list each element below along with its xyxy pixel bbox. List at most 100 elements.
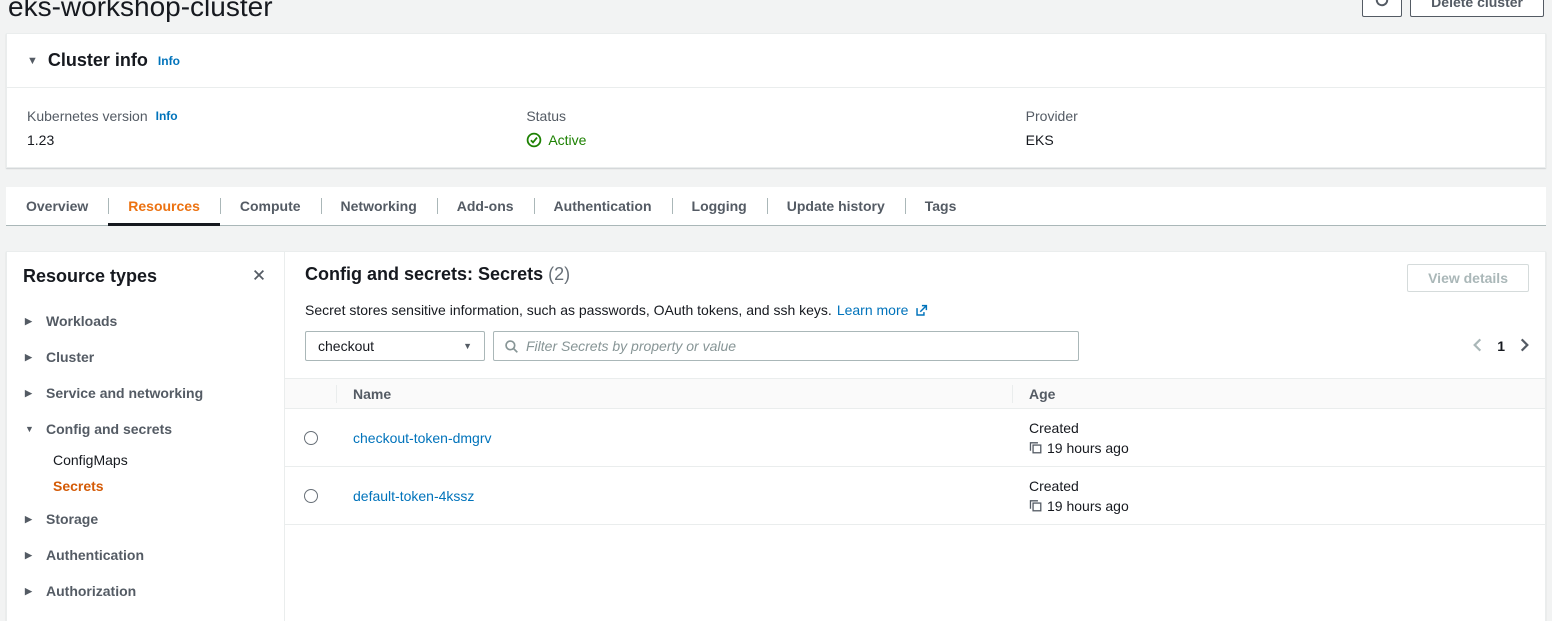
expand-caret-icon: ▶ [25, 586, 35, 597]
secrets-panel: Config and secrets: Secrets (2) View det… [285, 252, 1545, 621]
cluster-info-card: ▼ Cluster info Info Kubernetes version I… [6, 33, 1546, 168]
resource-group-cluster[interactable]: ▶ Cluster [23, 339, 268, 375]
cluster-info-header[interactable]: ▼ Cluster info Info [7, 34, 1545, 88]
collapse-caret-icon: ▼ [25, 424, 35, 434]
resource-group-label: Cluster [46, 349, 94, 365]
tab-resources[interactable]: Resources [108, 187, 220, 225]
cluster-info-body: Kubernetes version Info 1.23 Status Acti… [7, 88, 1545, 167]
status-field: Status Active [526, 108, 1025, 148]
page-header: eks-workshop-cluster Delete cluster [6, 0, 1546, 26]
close-icon [252, 268, 266, 285]
view-details-button[interactable]: View details [1407, 264, 1529, 292]
status-value: Active [548, 132, 586, 148]
pagination: 1 [1473, 338, 1529, 355]
table-row: default-token-4kssz Created 19 hours ago [285, 467, 1545, 525]
tab-compute[interactable]: Compute [220, 187, 321, 225]
expand-caret-icon: ▶ [25, 550, 35, 561]
collapse-caret-icon[interactable]: ▼ [27, 55, 38, 67]
secret-name-link[interactable]: checkout-token-dmgrv [353, 430, 492, 446]
filter-row: checkout ▼ 1 [285, 331, 1545, 361]
table-row: checkout-token-dmgrv Created 19 hours ag… [285, 409, 1545, 467]
tab-logging[interactable]: Logging [672, 187, 767, 225]
page-title: eks-workshop-cluster [8, 0, 273, 23]
copy-icon[interactable] [1029, 499, 1042, 512]
age-value: 19 hours ago [1047, 440, 1129, 456]
chevron-left-icon [1473, 338, 1482, 355]
resource-group-label: Storage [46, 511, 98, 527]
dropdown-selected-value: checkout [318, 338, 374, 354]
tab-add-ons[interactable]: Add-ons [437, 187, 534, 225]
tab-tags[interactable]: Tags [905, 187, 977, 225]
expand-caret-icon: ▶ [25, 316, 35, 327]
resource-group-storage[interactable]: ▶ Storage [23, 501, 268, 537]
tab-update-history[interactable]: Update history [767, 187, 905, 225]
resource-group-config-secrets[interactable]: ▼ Config and secrets [23, 411, 268, 447]
secrets-search-box [493, 331, 1079, 361]
page-number[interactable]: 1 [1497, 338, 1505, 354]
resource-group-service-networking[interactable]: ▶ Service and networking [23, 375, 268, 411]
cluster-tabs: Overview Resources Compute Networking Ad… [6, 187, 1546, 226]
status-active-icon [526, 132, 542, 148]
cluster-info-info-link[interactable]: Info [158, 54, 180, 68]
search-icon [504, 339, 519, 354]
next-page-button[interactable] [1520, 338, 1529, 355]
status-label: Status [526, 108, 566, 124]
previous-page-button[interactable] [1473, 338, 1482, 355]
config-secrets-children: ConfigMaps Secrets [23, 447, 268, 501]
resource-item-secrets[interactable]: Secrets [53, 473, 268, 499]
secrets-filter-dropdown[interactable]: checkout ▼ [305, 331, 485, 361]
copy-icon[interactable] [1029, 441, 1042, 454]
resource-types-panel: Resource types ▶ Workloads ▶ Cluster ▶ [7, 252, 285, 621]
kubernetes-version-label: Kubernetes version [27, 108, 148, 124]
resource-group-label: Authorization [46, 583, 136, 599]
created-label: Created [1029, 420, 1529, 436]
external-link-icon [915, 304, 928, 317]
tab-networking[interactable]: Networking [321, 187, 437, 225]
chevron-down-icon: ▼ [463, 341, 472, 351]
resource-types-list: ▶ Workloads ▶ Cluster ▶ Service and netw… [23, 303, 268, 609]
age-column-header: Age [1013, 379, 1545, 409]
resource-group-workloads[interactable]: ▶ Workloads [23, 303, 268, 339]
resource-types-title: Resource types [23, 266, 157, 287]
created-label: Created [1029, 478, 1529, 494]
expand-caret-icon: ▶ [25, 352, 35, 363]
resource-group-label: Workloads [46, 313, 117, 329]
eks-cluster-page: eks-workshop-cluster Delete cluster ▼ Cl… [0, 0, 1552, 621]
learn-more-link[interactable]: Learn more [837, 302, 909, 318]
selection-column-header [285, 379, 337, 409]
provider-label: Provider [1026, 108, 1078, 124]
refresh-icon [1374, 0, 1390, 12]
secrets-search-input[interactable] [526, 338, 1068, 354]
provider-value: EKS [1026, 132, 1525, 148]
resource-group-authentication[interactable]: ▶ Authentication [23, 537, 268, 573]
secrets-table: Name Age checkout-token-dmgrv Created [285, 378, 1545, 525]
delete-cluster-button[interactable]: Delete cluster [1410, 0, 1544, 17]
refresh-button[interactable] [1362, 0, 1402, 17]
tab-authentication[interactable]: Authentication [534, 187, 672, 225]
expand-caret-icon: ▶ [25, 514, 35, 525]
row-radio-button[interactable] [304, 431, 318, 445]
name-column-header: Name [337, 379, 1013, 409]
kubernetes-version-value: 1.23 [27, 132, 526, 148]
secret-name-link[interactable]: default-token-4kssz [353, 488, 474, 504]
expand-caret-icon: ▶ [25, 388, 35, 399]
chevron-right-icon [1520, 338, 1529, 355]
secrets-title: Config and secrets: Secrets [305, 264, 543, 284]
resource-group-label: Service and networking [46, 385, 203, 401]
kubernetes-version-info-link[interactable]: Info [156, 109, 178, 123]
table-header-row: Name Age [285, 379, 1545, 409]
resources-content-card: Resource types ▶ Workloads ▶ Cluster ▶ [6, 251, 1546, 621]
header-actions: Delete cluster [1362, 0, 1544, 17]
secrets-description-row: Secret stores sensitive information, suc… [285, 302, 1545, 318]
row-radio-button[interactable] [304, 489, 318, 503]
secrets-count: (2) [548, 264, 570, 284]
resource-item-configmaps[interactable]: ConfigMaps [53, 447, 268, 473]
cluster-info-title: Cluster info [48, 50, 148, 71]
tab-overview[interactable]: Overview [6, 187, 108, 225]
resource-group-authorization[interactable]: ▶ Authorization [23, 573, 268, 609]
age-value: 19 hours ago [1047, 498, 1129, 514]
provider-field: Provider EKS [1026, 108, 1525, 148]
resource-group-label: Config and secrets [46, 421, 172, 437]
secrets-description: Secret stores sensitive information, suc… [305, 302, 832, 318]
close-panel-button[interactable] [250, 266, 268, 287]
